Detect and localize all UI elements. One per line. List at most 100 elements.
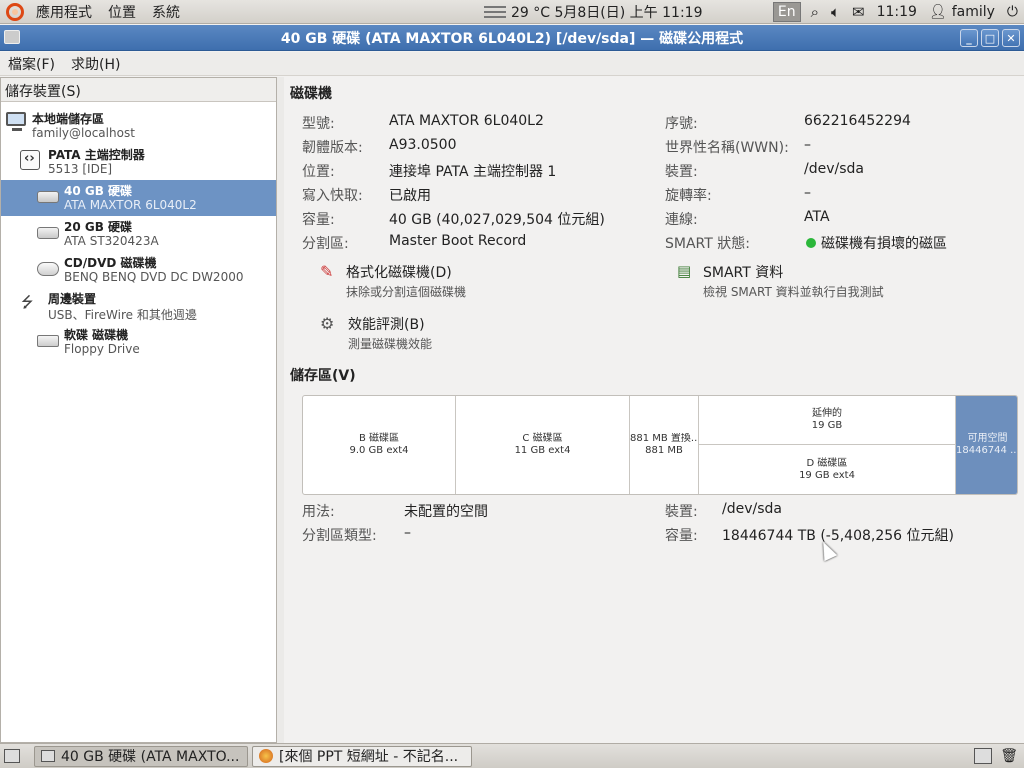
wwn-label: 世界性名稱(WWN):: [665, 140, 789, 156]
window-menu-icon[interactable]: [4, 30, 20, 44]
benchmark-gears-icon: ⚙: [320, 314, 335, 333]
partition-map: B 磁碟區 9.0 GB ext4 C 磁碟區 11 GB ext4 881 MB …: [302, 395, 1018, 495]
storage-devices-pane: 儲存裝置(S) 本地端儲存區 family@localhost PATA 主端控…: [0, 77, 277, 743]
pane-splitter[interactable]: [277, 77, 284, 743]
clock[interactable]: 11:19: [871, 1, 923, 23]
write-cache-value: 已啟用: [389, 188, 431, 204]
partitioning-label: 分割區:: [302, 236, 349, 252]
rotation-rate-value: –: [804, 185, 811, 201]
power-icon[interactable]: ⏻: [1001, 1, 1024, 23]
partition-b[interactable]: B 磁碟區 9.0 GB ext4: [303, 396, 456, 494]
volume-capacity-value: 18446744 TB (-5,408,256 位元組): [722, 528, 954, 544]
weather-date-text: 29 °C 5月8日(日) 上午 11:19: [511, 5, 703, 21]
fog-weather-icon: [484, 6, 506, 18]
capacity-label: 容量:: [302, 212, 335, 228]
firmware-label: 韌體版本:: [302, 140, 363, 156]
tree-item-20gb-disk[interactable]: 20 GB 硬碟 ATA ST320423A: [1, 216, 276, 252]
computer-icon: [6, 112, 26, 131]
partition-c[interactable]: C 磁碟區 11 GB ext4: [456, 396, 630, 494]
storage-devices-header[interactable]: 儲存裝置(S): [1, 78, 276, 102]
firefox-icon: [259, 749, 273, 763]
format-drive-icon: ✎: [320, 262, 334, 281]
close-button[interactable]: ✕: [1002, 29, 1020, 47]
window-titlebar[interactable]: 40 GB 硬碟 (ATA MAXTOR 6L040L2) [/dev/sda]…: [0, 25, 1024, 51]
volume-icon[interactable]: 🔈︎: [825, 1, 846, 23]
user-name: family: [951, 4, 995, 20]
tree-item-floppy-drive[interactable]: 軟碟 磁碟機 Floppy Drive: [1, 324, 276, 360]
hard-disk-icon: [37, 227, 59, 239]
model-value: ATA MAXTOR 6L040L2: [389, 113, 544, 129]
weather-applet[interactable]: 29 °C 5月8日(日) 上午 11:19: [484, 0, 702, 24]
applications-menu[interactable]: 應用程式: [28, 2, 100, 22]
wwn-value: –: [804, 137, 811, 153]
smart-status-label: SMART 狀態:: [665, 236, 750, 252]
details-pane: 磁碟機 型號: ATA MAXTOR 6L040L2 韌體版本: A93.050…: [284, 77, 1024, 743]
location-value: 連接埠 PATA 主端控制器 1: [389, 164, 557, 180]
maximize-button[interactable]: □: [981, 29, 999, 47]
volume-capacity-label: 容量:: [665, 528, 698, 544]
system-menu[interactable]: 系統: [144, 2, 188, 22]
volume-device-label: 裝置:: [665, 504, 698, 520]
show-desktop-icon[interactable]: [4, 749, 20, 763]
location-label: 位置:: [302, 164, 335, 180]
firmware-value: A93.0500: [389, 137, 457, 153]
floppy-icon: [37, 335, 59, 347]
smart-data-button[interactable]: ▤ SMART 資料 檢視 SMART 資料並執行自我測試: [677, 262, 884, 300]
network-icon[interactable]: ⌕: [805, 1, 825, 23]
help-menu[interactable]: 求助(H): [63, 54, 128, 74]
ubuntu-logo-icon[interactable]: [6, 2, 24, 21]
usage-label: 用法:: [302, 504, 335, 520]
format-drive-button[interactable]: ✎ 格式化磁碟機(D) 抹除或分割這個磁碟機: [320, 262, 466, 300]
menubar: 檔案(F) 求助(H): [0, 52, 1024, 76]
file-menu[interactable]: 檔案(F): [0, 54, 63, 74]
controller-icon: [20, 150, 40, 170]
partition-free-space[interactable]: 可用空間 18446744 ...: [956, 396, 1017, 494]
volumes-section-title: 儲存區(V): [290, 368, 356, 384]
taskbar-disk-utility[interactable]: 40 GB 硬碟 (ATA MAXTO...: [34, 745, 248, 767]
trash-icon[interactable]: 🗑︎: [1000, 748, 1018, 764]
places-menu[interactable]: 位置: [100, 2, 144, 22]
serial-label: 序號:: [665, 116, 698, 132]
connection-value: ATA: [804, 209, 830, 225]
volume-device-value: /dev/sda: [722, 501, 782, 517]
partition-type-label: 分割區類型:: [302, 528, 377, 544]
smart-status-icon: [806, 238, 816, 248]
model-label: 型號:: [302, 116, 335, 132]
smart-status-value: 磁碟機有損壞的磁區: [806, 233, 947, 253]
top-panel: 應用程式 位置 系統 29 °C 5月8日(日) 上午 11:19 En ⌕ 🔈…: [0, 0, 1024, 24]
workspace-switcher-icon[interactable]: [974, 748, 993, 764]
partitioning-value: Master Boot Record: [389, 233, 527, 249]
disk-utility-icon: [41, 750, 55, 762]
partition-extended[interactable]: 延伸的 19 GB: [699, 396, 956, 445]
bottom-taskbar: 40 GB 硬碟 (ATA MAXTO... [來個 PPT 短網址 - 不記名…: [0, 743, 1024, 768]
window-title: 40 GB 硬碟 (ATA MAXTOR 6L040L2) [/dev/sda]…: [280, 30, 744, 47]
device-label: 裝置:: [665, 164, 698, 180]
tree-item-cd-dvd-drive[interactable]: CD/DVD 磁碟機 BENQ BENQ DVD DC DW2000: [1, 252, 276, 288]
taskbar-firefox[interactable]: [來個 PPT 短網址 - 不記名...: [252, 745, 472, 767]
partition-swap[interactable]: 881 MB 置換... 881 MB: [630, 396, 699, 494]
minimize-button[interactable]: _: [960, 29, 978, 47]
partition-type-value: –: [404, 525, 411, 541]
connection-label: 連線:: [665, 212, 698, 228]
usb-icon: ⭍: [21, 293, 34, 311]
device-value: /dev/sda: [804, 161, 864, 177]
hard-disk-icon: [37, 191, 59, 203]
tree-item-pata-controller[interactable]: PATA 主端控制器 5513 [IDE]: [1, 144, 276, 180]
rotation-rate-label: 旋轉率:: [665, 188, 712, 204]
capacity-value: 40 GB (40,027,029,504 位元組): [389, 212, 605, 228]
tree-item-40gb-disk[interactable]: 40 GB 硬碟 ATA MAXTOR 6L040L2: [1, 180, 276, 216]
benchmark-button[interactable]: ⚙ 效能評測(B) 測量磁碟機效能: [320, 314, 432, 352]
usage-value: 未配置的空間: [404, 504, 488, 520]
system-tray: En ⌕ 🔈︎ ✉ 11:19 👤︎ family ⏻: [772, 0, 1024, 24]
tree-item-local-storage[interactable]: 本地端儲存區 family@localhost: [1, 108, 276, 144]
drive-section-title: 磁碟機: [290, 86, 332, 102]
partition-d[interactable]: D 磁碟區 19 GB ext4: [699, 445, 956, 494]
smart-data-icon: ▤: [677, 262, 692, 280]
write-cache-label: 寫入快取:: [302, 188, 363, 204]
input-method-indicator[interactable]: En: [772, 2, 801, 22]
serial-value: 662216452294: [804, 113, 911, 129]
mail-icon[interactable]: ✉: [846, 1, 871, 23]
user-menu[interactable]: 👤︎ family: [923, 1, 1001, 23]
tree-item-peripherals[interactable]: ⭍ 周邊裝置 USB、FireWire 和其他週邊: [1, 288, 276, 324]
user-icon: 👤︎: [928, 4, 947, 20]
